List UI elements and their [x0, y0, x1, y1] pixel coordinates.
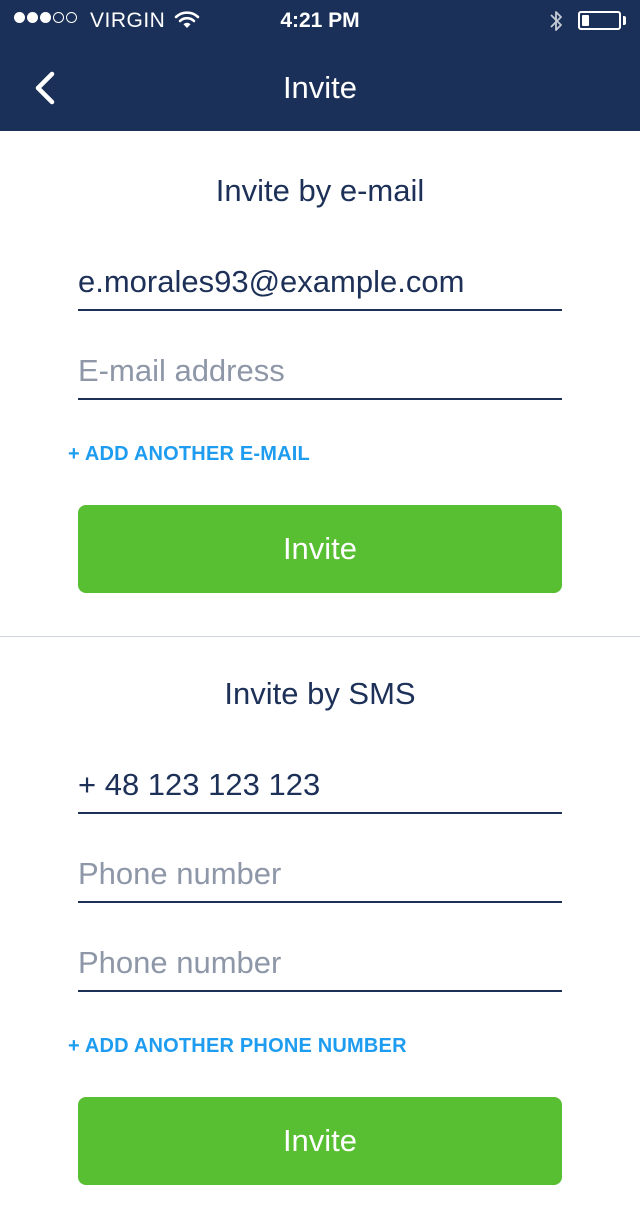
bluetooth-icon — [549, 9, 563, 39]
sms-invite-button[interactable]: Invite — [78, 1097, 562, 1185]
phone-field-2[interactable] — [78, 847, 562, 903]
email-field-2[interactable] — [78, 344, 562, 400]
battery-cap — [623, 16, 626, 25]
email-invite-button-label: Invite — [282, 531, 358, 566]
battery-icon — [578, 11, 621, 30]
status-bar: VIRGIN 4:21 PM — [0, 0, 640, 42]
sms-invite-button-label: Invite — [282, 1123, 358, 1158]
status-time: 4:21 PM — [280, 9, 360, 32]
top-bar: VIRGIN 4:21 PM Invite — [0, 0, 640, 131]
email-invite-button[interactable]: Invite — [78, 505, 562, 593]
page-title: Invite — [282, 70, 358, 105]
phone-field-1[interactable] — [78, 758, 562, 814]
add-another-email-link[interactable]: + ADD ANOTHER E-MAIL — [68, 443, 310, 466]
section-divider — [0, 636, 640, 637]
email-field-1[interactable] — [78, 255, 562, 311]
add-another-phone-link[interactable]: + ADD ANOTHER PHONE NUMBER — [68, 1035, 407, 1058]
battery-level — [582, 15, 589, 26]
sms-section-title: Invite by SMS — [224, 676, 416, 711]
email-section-title: Invite by e-mail — [215, 173, 425, 208]
phone-field-3[interactable] — [78, 936, 562, 992]
